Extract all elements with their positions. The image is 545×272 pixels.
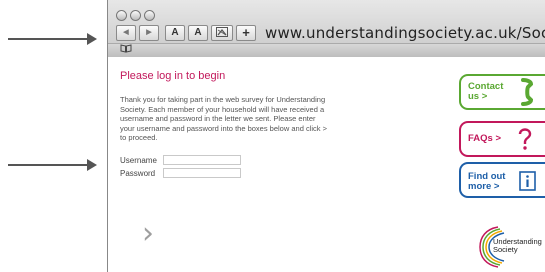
close-window-icon[interactable]: [116, 10, 127, 21]
browser-window: ◀ ▶ A A + www.understandingsociety.ac.uk…: [107, 0, 545, 272]
browser-toolbar: ◀ ▶ A A + www.understandingsociety.ac.uk…: [108, 0, 545, 57]
add-bookmark-button[interactable]: +: [236, 25, 256, 41]
username-label: Username: [120, 155, 157, 165]
annotation-arrow-top: [8, 33, 97, 45]
navigation-bar: ◀ ▶ A A + www.understandingsociety.ac.uk…: [116, 24, 545, 42]
back-button[interactable]: ◀: [116, 25, 136, 41]
bookmarks-bar: [108, 43, 545, 57]
address-bar[interactable]: www.understandingsociety.ac.uk/Society: [265, 24, 545, 42]
question-icon: [518, 128, 532, 150]
password-row: Password: [120, 168, 241, 178]
text-smaller-button[interactable]: A: [165, 25, 185, 41]
page-content: Please log in to begin Thank you for tak…: [108, 57, 545, 272]
window-controls: [116, 10, 155, 21]
phone-icon: [521, 78, 534, 106]
contact-us-link[interactable]: Contact us >: [459, 74, 545, 110]
username-input[interactable]: [163, 155, 241, 165]
zoom-window-icon[interactable]: [144, 10, 155, 21]
find-out-more-link[interactable]: Find out more >: [459, 162, 545, 198]
snapback-button[interactable]: [211, 25, 233, 41]
password-label: Password: [120, 168, 156, 178]
intro-text: Thank you for taking part in the web sur…: [120, 95, 327, 143]
snapback-icon: [216, 27, 228, 37]
find-out-more-line2: more >: [468, 181, 500, 192]
username-row: Username: [120, 155, 241, 165]
password-input[interactable]: [163, 168, 241, 178]
logo-line2: Society: [493, 245, 518, 254]
faqs-label: FAQs >: [468, 133, 501, 144]
forward-button[interactable]: ▶: [139, 25, 159, 41]
logo-text: Understanding Society: [493, 238, 542, 254]
text-larger-button[interactable]: A: [188, 25, 208, 41]
minimize-window-icon[interactable]: [130, 10, 141, 21]
page-title: Please log in to begin: [120, 70, 226, 82]
info-icon: [519, 171, 536, 191]
contact-us-line2: us >: [468, 91, 488, 102]
faqs-link[interactable]: FAQs >: [459, 121, 545, 157]
bookmarks-book-icon[interactable]: [120, 44, 132, 57]
proceed-button[interactable]: ›: [142, 219, 154, 249]
annotation-arrow-middle: [8, 159, 97, 171]
